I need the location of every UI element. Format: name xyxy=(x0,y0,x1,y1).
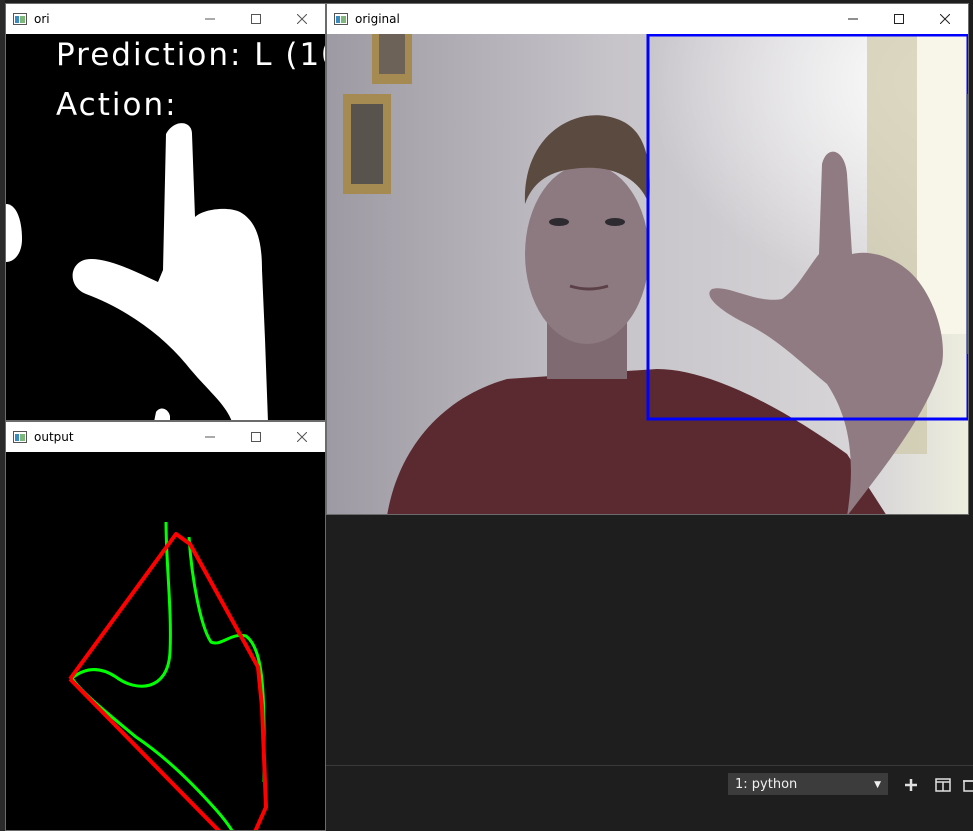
plus-icon[interactable] xyxy=(901,775,921,795)
maximize-icon[interactable] xyxy=(233,4,279,34)
minimize-icon[interactable] xyxy=(830,4,876,34)
ori-titlebar[interactable]: ori xyxy=(6,4,325,34)
close-icon[interactable] xyxy=(922,4,968,34)
webcam-feed xyxy=(327,34,968,514)
original-title: original xyxy=(355,12,400,26)
app-window-icon xyxy=(334,13,348,25)
terminal-shell-label: 1: python xyxy=(735,777,798,792)
original-window: original xyxy=(326,3,969,515)
hand-contour xyxy=(69,521,266,830)
maximize-icon[interactable] xyxy=(233,422,279,452)
output-contour-view xyxy=(6,452,325,830)
maximize-icon[interactable] xyxy=(876,4,922,34)
app-window-icon xyxy=(13,13,27,25)
action-label: Action: xyxy=(56,87,178,123)
close-icon[interactable] xyxy=(279,4,325,34)
output-title: output xyxy=(34,430,74,444)
trash-icon[interactable] xyxy=(962,775,973,795)
prediction-label: Prediction: L (10 xyxy=(56,37,325,73)
terminal-shell-select[interactable]: 1: python ▼ xyxy=(728,773,888,795)
terminal-divider xyxy=(326,765,973,766)
split-editor-icon[interactable] xyxy=(933,775,953,795)
original-titlebar[interactable]: original xyxy=(327,4,968,34)
webcam-scene xyxy=(327,34,968,514)
ori-window: ori Prediction: L (10 Action: xyxy=(5,3,326,421)
output-window: output xyxy=(5,421,326,831)
close-icon[interactable] xyxy=(279,422,325,452)
ori-mask-view: Prediction: L (10 Action: xyxy=(6,34,325,420)
chevron-down-icon: ▼ xyxy=(874,780,881,790)
app-window-icon xyxy=(13,431,27,443)
output-titlebar[interactable]: output xyxy=(6,422,325,452)
ori-title: ori xyxy=(34,12,50,26)
minimize-icon[interactable] xyxy=(187,4,233,34)
minimize-icon[interactable] xyxy=(187,422,233,452)
